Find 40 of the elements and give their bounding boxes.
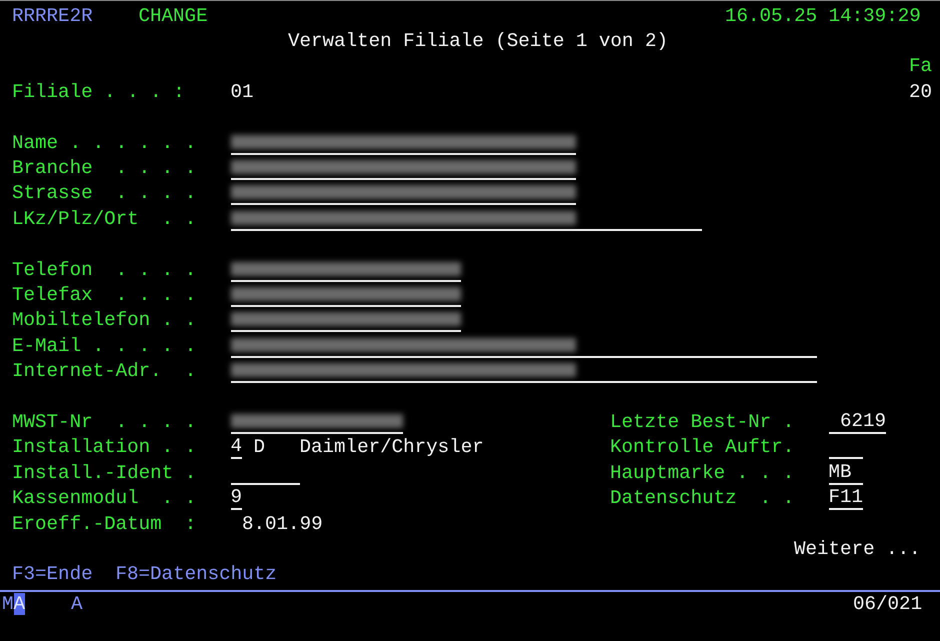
input-field[interactable]: 6219 [828,410,886,434]
field-label: Name . . . . . . [12,132,196,154]
more-indicator: Weitere ... [794,538,920,560]
field-label: Installation . . [12,436,196,458]
field-value: 01 [230,80,254,103]
status-text: M [2,592,14,615]
input-field[interactable]: F11 [828,486,863,510]
field-label: Datenschutz . . [610,487,794,510]
function-key[interactable]: F8=Datenschutz [116,563,276,586]
field-label: Telefon . . . . [12,258,196,281]
input-field[interactable]: 4 [230,435,242,460]
field-label: Branche . . . . [12,157,196,180]
function-key[interactable]: F3=Ende [12,563,92,586]
field-value: D [254,436,265,458]
field-label: Letzte Best-Nr . [610,410,794,433]
date-time: 16.05.25 14:39:29 [725,4,920,27]
field-label: Kassenmodul . . [12,487,196,510]
field-label: Strasse . . . . [12,182,196,204]
input-field[interactable]: 9 [230,486,242,510]
field-label: Telefax . . . . [12,284,196,306]
field-label: Kontrolle Auftr. [610,436,794,458]
field-label: MWST-Nr . . . . [12,410,196,433]
program-name: RRRRE2R [12,4,92,27]
field-label: Filiale . . . : [12,80,186,103]
field-label: Eroeff.-Datum : [12,512,196,534]
field-label: Hauptmarke . . . [610,462,794,484]
field-label: Install.-Ident . [12,462,196,484]
field-value: 20 [909,80,932,103]
field-label: Mobiltelefon . . [12,309,196,332]
status-indicator: A [71,592,82,615]
screen-title: Verwalten Filiale (Seite 1 von 2) [288,30,668,52]
input-field[interactable]: MB [828,460,863,485]
field-label: Internet-Adr. . [12,360,196,382]
field-value: 8.01.99 [242,512,322,534]
column-heading: Fa [909,55,932,78]
cursor-position: 06/021 [853,592,922,615]
mode-label: CHANGE [138,4,208,27]
field-label: LKz/Plz/Ort . . [12,208,196,230]
field-description: Daimler/Chrysler [300,436,484,458]
field-label: E-Mail . . . . . [12,334,196,357]
